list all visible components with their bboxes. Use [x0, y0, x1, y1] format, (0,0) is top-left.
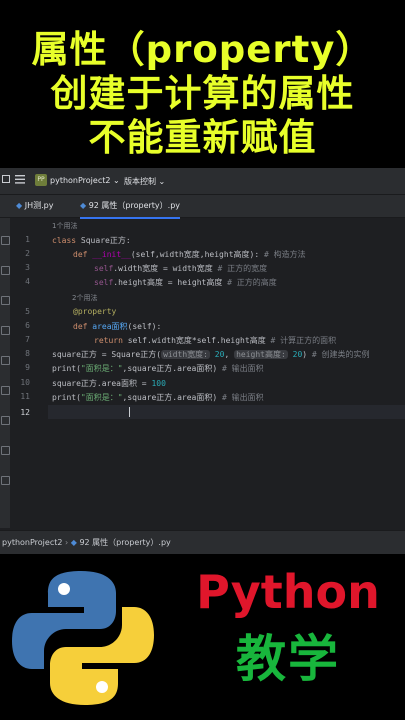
vcs-label: 版本控制	[124, 177, 156, 186]
ide-window: PP pythonProject2 ⌄ 版本控制 ⌄ ◆ JH测.py ◆ 92…	[0, 168, 405, 554]
tab-92-property[interactable]: ◆ 92 属性（property）.py	[80, 195, 181, 219]
ide-toolbar: PP pythonProject2 ⌄ 版本控制 ⌄	[0, 168, 405, 195]
python-file-icon: ◆	[16, 201, 23, 210]
window-icon[interactable]	[2, 175, 10, 185]
code-line-2: def __init__(self,width宽度,height高度): # 构…	[73, 249, 306, 260]
text-cursor	[129, 407, 130, 417]
code-line-8: square正方 = Square正方(width宽度: 20, height高…	[52, 350, 370, 359]
python-file-icon: ◆	[80, 201, 87, 210]
param-hint: height高度:	[234, 350, 288, 359]
code-token: area面积	[92, 322, 128, 331]
code-line-1: class Square正方:	[52, 235, 131, 246]
code-token: return	[94, 336, 123, 345]
code-decorator: @property	[73, 307, 117, 316]
code-token: ,square正方.area面积)	[122, 393, 218, 402]
line-number: 4	[25, 277, 30, 286]
code-number: 20	[292, 350, 303, 359]
usage-hint[interactable]: 1个用法	[52, 221, 77, 231]
code-line-10: square正方.area面积 = 100	[52, 378, 166, 389]
code-token: .height高度 = height高度	[113, 278, 223, 287]
code-comment: # 计算正方的面积	[270, 336, 337, 345]
code-line-7: return self.width宽度*self.height高度 # 计算正方…	[94, 335, 336, 346]
python-file-icon: ◆	[70, 538, 77, 547]
code-token: .width宽度 = width宽度	[113, 264, 213, 273]
main-menu-icon[interactable]	[15, 175, 25, 186]
code-line-11: print("面积是：",square正方.area面积) # 输出面积	[52, 392, 264, 403]
code-token: )	[302, 350, 308, 359]
code-token: class	[52, 236, 77, 245]
code-number: 20	[214, 350, 225, 359]
current-line-highlight	[48, 405, 405, 419]
code-line-9: print("面积是：",square正方.area面积) # 输出面积	[52, 363, 264, 374]
code-token: (self,width宽度,height高度):	[130, 250, 260, 259]
line-number: 6	[25, 321, 30, 330]
code-number: 100	[151, 379, 166, 388]
line-number-current: 12	[20, 408, 30, 417]
code-token: square正方 = Square正方(	[52, 350, 162, 359]
param-hint-label: height高度:	[236, 350, 286, 359]
code-token: print(	[52, 364, 81, 373]
code-line-6: def area面积(self):	[73, 321, 161, 332]
python-label: Python	[196, 565, 380, 619]
breadcrumb-project[interactable]: pythonProject2	[2, 538, 62, 547]
code-comment: # 输出面积	[222, 364, 264, 373]
code-token: self.width宽度*self.height高度	[127, 336, 266, 345]
line-number: 2	[25, 249, 30, 258]
param-hint-label: width宽度:	[163, 350, 208, 359]
chevron-down-icon: ⌄	[113, 176, 120, 185]
code-token: square正方.area面积 =	[52, 379, 152, 388]
editor-tabs: ◆ JH测.py ◆ 92 属性（property）.py	[0, 195, 405, 219]
code-token: ,square正方.area面积)	[122, 364, 218, 373]
breadcrumb-file[interactable]: 92 属性（property）.py	[79, 538, 170, 547]
code-comment: # 输出面积	[222, 393, 264, 402]
vcs-selector[interactable]: 版本控制 ⌄	[124, 176, 165, 187]
line-number: 7	[25, 335, 30, 344]
code-string: "面积是："	[80, 393, 123, 402]
breadcrumb: pythonProject2 › ◆ 92 属性（property）.py	[2, 537, 171, 548]
code-line-3: self.width宽度 = width宽度 # 正方的宽度	[94, 263, 267, 274]
project-name: pythonProject2	[50, 176, 111, 185]
tab-label: JH测.py	[24, 201, 54, 210]
code-line-5: @property	[73, 307, 116, 316]
code-token: self	[94, 264, 114, 273]
tab-jh[interactable]: ◆ JH测.py	[16, 195, 53, 217]
line-number: 9	[25, 363, 30, 372]
chevron-down-icon: ⌄	[158, 177, 166, 186]
code-token: def	[73, 322, 88, 331]
banner-line-2: 创建于计算的属性	[50, 72, 355, 115]
code-comment: # 创建类的实例	[311, 350, 370, 359]
code-token: print(	[52, 393, 81, 402]
project-selector[interactable]: pythonProject2 ⌄	[50, 176, 120, 185]
banner-line-1: 属性（property）	[31, 28, 374, 71]
param-hint: width宽度:	[161, 350, 210, 359]
line-number: 5	[25, 307, 30, 316]
code-token: self	[94, 278, 114, 287]
line-number: 3	[25, 263, 30, 272]
code-comment: # 正方的宽度	[217, 264, 268, 273]
line-number: 11	[20, 392, 30, 401]
banner-line-3: 不能重新赋值	[88, 116, 317, 159]
usage-hint[interactable]: 2个用法	[72, 293, 97, 303]
code-token: __init__	[92, 250, 131, 259]
code-string: "面积是："	[80, 364, 123, 373]
code-comment: # 构造方法	[263, 250, 306, 259]
line-number: 8	[25, 349, 30, 358]
tab-label: 92 属性（property）.py	[88, 201, 181, 210]
project-badge-icon: PP	[35, 174, 47, 186]
line-number: 1	[25, 235, 30, 244]
code-line-4: self.height高度 = height高度 # 正方的高度	[94, 277, 277, 288]
line-number: 10	[20, 378, 30, 387]
code-token: (self):	[127, 322, 162, 331]
code-comment: # 正方的高度	[227, 278, 277, 287]
code-token: def	[73, 250, 88, 259]
status-bar: pythonProject2 › ◆ 92 属性（property）.py	[0, 530, 405, 554]
python-logo-icon	[12, 571, 154, 705]
code-token: Square正方:	[80, 236, 131, 245]
code-editor[interactable]: 1个用法 2个用法 1 2 3 4 5 6 7 8 9 10 11 12 cla…	[0, 218, 405, 528]
teaching-label: 教学	[236, 630, 340, 688]
